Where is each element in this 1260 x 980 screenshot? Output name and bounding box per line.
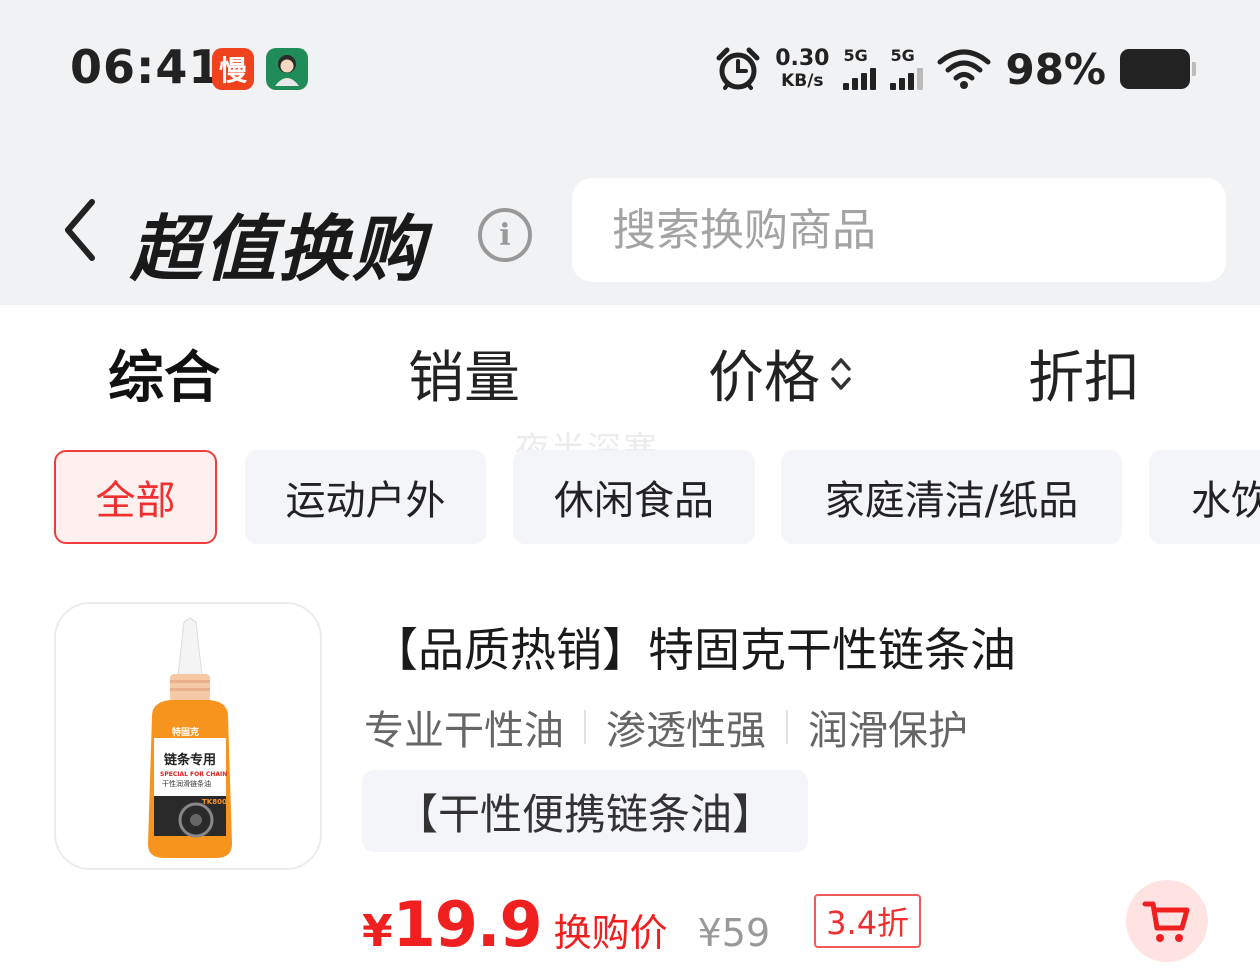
- sim1-label: 5G: [843, 46, 868, 65]
- feature-divider: [584, 710, 586, 744]
- battery-icon: [1120, 49, 1196, 89]
- avatar-app-icon: [266, 48, 308, 90]
- product-feature: 润滑保护: [808, 708, 968, 754]
- product-tag: 【干性便携链条油】: [362, 770, 809, 852]
- page-header: 超值换购 i: [0, 140, 1260, 305]
- sort-tab-price[interactable]: 价格: [708, 333, 852, 414]
- discount-badge: 3.4折: [814, 893, 922, 948]
- sim2-signal: 5G: [890, 46, 924, 90]
- category-chips: 全部 运动户外 休闲食品 家庭清洁/纸品 水饮: [0, 450, 1260, 545]
- product-label-en: SPECIAL FOR CHAIN: [160, 771, 227, 778]
- sort-tabs: 综合 销量 价格 折扣: [0, 305, 1260, 420]
- status-bar: 06:41 慢 0.30 KB/s 5G 5G 98%: [0, 0, 1260, 140]
- sort-updown-icon: [830, 355, 852, 393]
- sim1-signal: 5G: [843, 46, 877, 90]
- battery-percent: 98%: [1005, 44, 1106, 94]
- manga-app-icon: 慢: [212, 48, 254, 90]
- status-time: 06:41: [70, 40, 222, 94]
- product-label-sub: 干性润滑链条油: [162, 779, 211, 788]
- back-button[interactable]: [55, 195, 105, 265]
- sim2-label: 5G: [890, 46, 915, 65]
- net-speed-value: 0.30: [775, 46, 830, 71]
- signal-icon: [843, 68, 877, 90]
- price-currency: ¥: [362, 906, 393, 957]
- signal-icon: [890, 68, 924, 90]
- category-chip-sports[interactable]: 运动户外: [245, 450, 486, 544]
- sort-tab-label: 价格: [708, 346, 820, 411]
- feature-divider: [786, 710, 788, 744]
- sort-tab-label: 综合: [108, 346, 220, 411]
- exchange-price-label: 换购价: [553, 911, 668, 955]
- wifi-icon: [937, 49, 991, 89]
- original-price: ¥59: [697, 911, 771, 955]
- alarm-icon: [716, 47, 760, 90]
- product-label-text: 链条专用: [163, 752, 216, 768]
- category-chip-snacks[interactable]: 休闲食品: [513, 450, 755, 544]
- product-card[interactable]: 特固克 链条专用 SPECIAL FOR CHAIN 干性润滑链条油 TK800…: [0, 600, 1260, 980]
- cart-icon: [1142, 901, 1190, 942]
- sort-tab-label: 折扣: [1028, 346, 1140, 411]
- sort-tab-sales[interactable]: 销量: [408, 333, 520, 414]
- product-image[interactable]: 特固克 链条专用 SPECIAL FOR CHAIN 干性润滑链条油 TK800: [54, 602, 322, 870]
- product-title[interactable]: 【品质热销】特固克干性链条油: [372, 614, 1016, 680]
- product-brand-text: 特固克: [172, 726, 199, 738]
- product-feature: 专业干性油: [364, 708, 564, 754]
- chevron-left-icon: [65, 199, 95, 261]
- search-box[interactable]: [572, 178, 1226, 282]
- network-speed: 0.30 KB/s: [775, 48, 829, 90]
- add-to-cart-button[interactable]: [1126, 880, 1208, 962]
- sort-tab-comprehensive[interactable]: 综合: [108, 333, 220, 414]
- category-chip-drinks[interactable]: 水饮: [1149, 450, 1260, 544]
- status-indicators: 0.30 KB/s 5G 5G 98%: [715, 44, 1196, 94]
- net-speed-unit: KB/s: [781, 71, 824, 91]
- product-model: TK800: [202, 798, 227, 806]
- product-features: 专业干性油 渗透性强 润滑保护: [364, 698, 968, 756]
- sort-tab-discount[interactable]: 折扣: [1028, 333, 1140, 414]
- category-chip-all[interactable]: 全部: [54, 450, 217, 544]
- exchange-price: 19.9: [392, 888, 543, 961]
- info-icon[interactable]: i: [478, 208, 532, 262]
- category-chip-cleaning[interactable]: 家庭清洁/纸品: [781, 450, 1122, 544]
- price-row: ¥ 19.9 换购价 ¥59 3.4折: [362, 888, 922, 961]
- search-input[interactable]: [612, 204, 1186, 256]
- sort-tab-label: 销量: [408, 346, 520, 411]
- product-feature: 渗透性强: [606, 708, 766, 754]
- page-title: 超值换购: [130, 207, 427, 291]
